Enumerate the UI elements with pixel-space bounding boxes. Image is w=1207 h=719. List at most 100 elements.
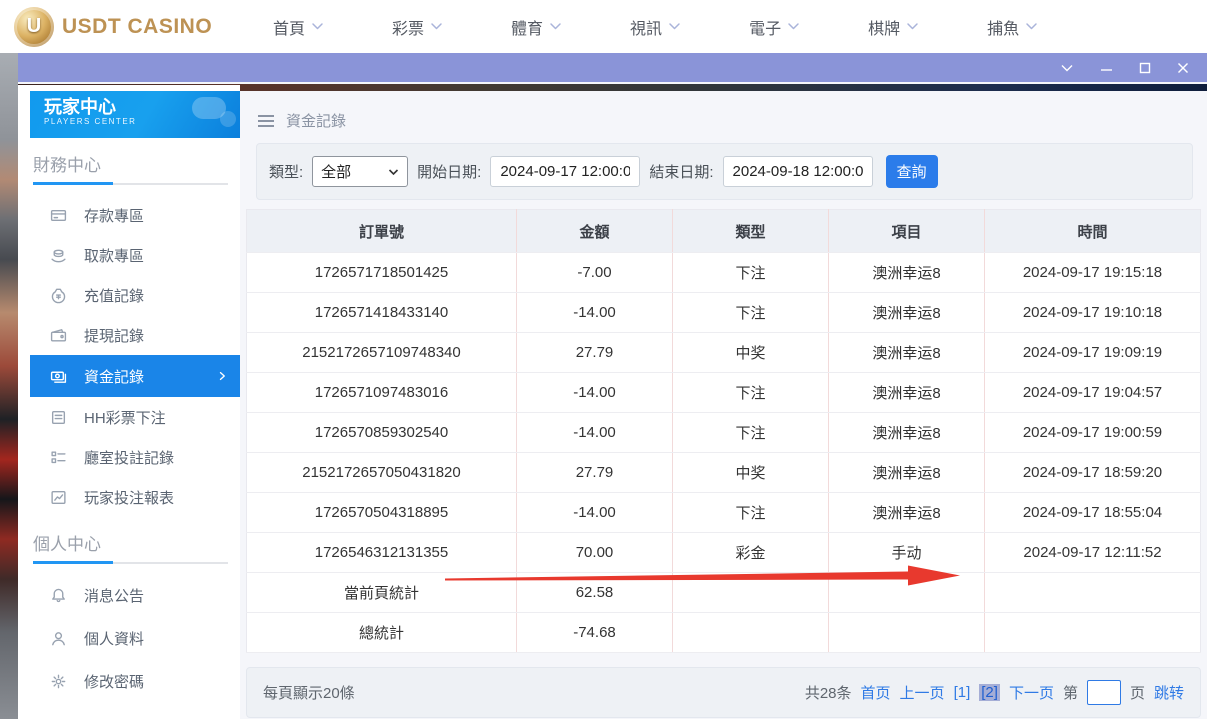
table-cell: 中奖: [673, 333, 829, 373]
top-navbar: U USDT CASINO 首頁 彩票 體育 視訊 電子 棋牌 捕魚: [0, 0, 1207, 53]
table-cell: 27.79: [517, 333, 673, 373]
window-titlebar: [18, 53, 1207, 82]
sidebar-item-funds-record[interactable]: 資金記錄: [30, 355, 240, 397]
summary-label: 當前頁統計: [247, 573, 517, 613]
section-title-personal-center: 個人中心: [33, 530, 240, 555]
nav-item-fishing[interactable]: 捕魚: [953, 0, 1072, 53]
sidebar-item-recharge-record[interactable]: 充值記錄: [18, 275, 240, 315]
table-cell: -14.00: [517, 373, 673, 413]
close-icon[interactable]: [1177, 62, 1189, 74]
nav-item-live-video[interactable]: 視訊: [596, 0, 715, 53]
table-cell: 彩金: [673, 533, 829, 573]
jump-page-input[interactable]: [1087, 680, 1121, 705]
sidebar-item-cashout-record[interactable]: 提現記錄: [18, 315, 240, 355]
table-cell: 2152172657050431820: [247, 453, 517, 493]
nav-item-lottery[interactable]: 彩票: [358, 0, 477, 53]
table-cell: 手动: [829, 533, 985, 573]
sidebar-item-label: 提現記錄: [84, 325, 144, 346]
cashout-icon: [50, 327, 67, 344]
table-cell: 2024-09-17 12:11:52: [985, 533, 1201, 573]
nav-item-home[interactable]: 首頁: [239, 0, 358, 53]
table-row: 215217265705043182027.79中奖澳洲幸运82024-09-1…: [247, 453, 1201, 493]
jump-label-before: 第: [1063, 682, 1078, 703]
collapse-icon[interactable]: [1060, 63, 1074, 73]
sidebar-item-room-bet-record[interactable]: 廳室投註記錄: [18, 437, 240, 477]
nav-item-label: 首頁: [273, 15, 305, 39]
nav-item-label: 棋牌: [868, 15, 900, 39]
withdraw-icon: [50, 247, 67, 264]
search-button[interactable]: 查詢: [886, 155, 938, 188]
maximize-icon[interactable]: [1139, 62, 1151, 74]
jump-action-link[interactable]: 跳转: [1154, 682, 1184, 703]
table-cell: 2024-09-17 19:10:18: [985, 293, 1201, 333]
records-table: 訂單號金額類型項目時間 1726571718501425-7.00下注澳洲幸运8…: [246, 209, 1201, 653]
nav-item-slots[interactable]: 電子: [715, 0, 834, 53]
empty-cell: [985, 573, 1201, 613]
nav-item-label: 彩票: [392, 15, 424, 39]
table-cell: 1726570859302540: [247, 413, 517, 453]
sidebar-item-label: 廳室投註記錄: [84, 447, 174, 468]
table-cell: 70.00: [517, 533, 673, 573]
table-cell: 2024-09-17 19:00:59: [985, 413, 1201, 453]
sidebar-item-label: 充值記錄: [84, 285, 144, 306]
page-title: 資金記錄: [286, 110, 346, 131]
start-date-input[interactable]: [490, 156, 640, 187]
current-page-indicator: [2]: [979, 684, 1000, 701]
user-icon: [50, 630, 67, 647]
sidebar-item-news-announcement[interactable]: 消息公告: [18, 574, 240, 617]
end-date-label: 結束日期:: [649, 161, 713, 182]
type-select[interactable]: 全部: [312, 156, 408, 187]
sidebar-item-change-password[interactable]: 修改密碼: [18, 660, 240, 703]
gear-icon: [50, 673, 67, 690]
chevron-down-icon: [388, 168, 399, 176]
nav-item-label: 電子: [749, 15, 781, 39]
empty-cell: [829, 613, 985, 653]
chevron-down-icon: [311, 22, 324, 31]
chevron-right-icon: [216, 370, 228, 382]
sidebar-item-label: 個人資料: [84, 628, 144, 649]
logo-coin-icon: U: [14, 7, 54, 47]
end-date-input[interactable]: [723, 156, 873, 187]
table-cell: -14.00: [517, 293, 673, 333]
table-cell: 下注: [673, 373, 829, 413]
column-header: 項目: [829, 210, 985, 253]
nav-item-sports[interactable]: 體育: [477, 0, 596, 53]
chevron-down-icon: [549, 22, 562, 31]
table-cell: 澳洲幸运8: [829, 333, 985, 373]
site-logo[interactable]: U USDT CASINO: [14, 7, 239, 47]
records-table-wrap: 訂單號金額類型項目時間 1726571718501425-7.00下注澳洲幸运8…: [246, 209, 1201, 653]
sidebar-item-label: HH彩票下注: [84, 407, 166, 428]
page-1-link[interactable]: [1]: [954, 684, 971, 701]
logo-text: USDT CASINO: [62, 15, 212, 39]
table-cell: -7.00: [517, 253, 673, 293]
minimize-icon[interactable]: [1100, 63, 1113, 73]
section-underline: [33, 183, 228, 185]
table-cell: 澳洲幸运8: [829, 493, 985, 533]
sidebar-item-hh-lottery-bet[interactable]: HH彩票下注: [18, 397, 240, 437]
nav-item-chess-cards[interactable]: 棋牌: [834, 0, 953, 53]
table-cell: 2024-09-17 19:15:18: [985, 253, 1201, 293]
summary-row: 總統計-74.68: [247, 613, 1201, 653]
chevron-down-icon: [1025, 22, 1038, 31]
sidebar-item-player-bet-report[interactable]: 玩家投注報表: [18, 477, 240, 517]
report-icon: [50, 489, 67, 506]
sidebar-item-profile[interactable]: 個人資料: [18, 617, 240, 660]
table-cell: 下注: [673, 253, 829, 293]
nav-item-label: 體育: [511, 15, 543, 39]
sidebar-item-withdraw-area[interactable]: 取款專區: [18, 235, 240, 275]
menu-toggle-icon[interactable]: [258, 115, 274, 127]
first-page-link[interactable]: 首页: [861, 682, 891, 703]
filter-panel: 類型: 全部 開始日期: 結束日期: 查詢: [256, 143, 1193, 200]
sidebar-item-label: 取款專區: [84, 245, 144, 266]
next-page-link[interactable]: 下一页: [1009, 682, 1054, 703]
total-count: 共28条: [805, 682, 852, 703]
nav-item-label: 視訊: [630, 15, 662, 39]
table-cell: 1726570504318895: [247, 493, 517, 533]
prev-page-link[interactable]: 上一页: [900, 682, 945, 703]
sidebar-item-label: 玩家投注報表: [84, 487, 174, 508]
players-center-header: 玩家中心 PLAYERS CENTER: [30, 91, 240, 138]
sidebar-item-deposit-area[interactable]: 存款專區: [18, 195, 240, 235]
table-header-row: 訂單號金額類型項目時間: [247, 210, 1201, 253]
sidebar-item-label: 消息公告: [84, 585, 144, 606]
summary-value: 62.58: [517, 573, 673, 613]
